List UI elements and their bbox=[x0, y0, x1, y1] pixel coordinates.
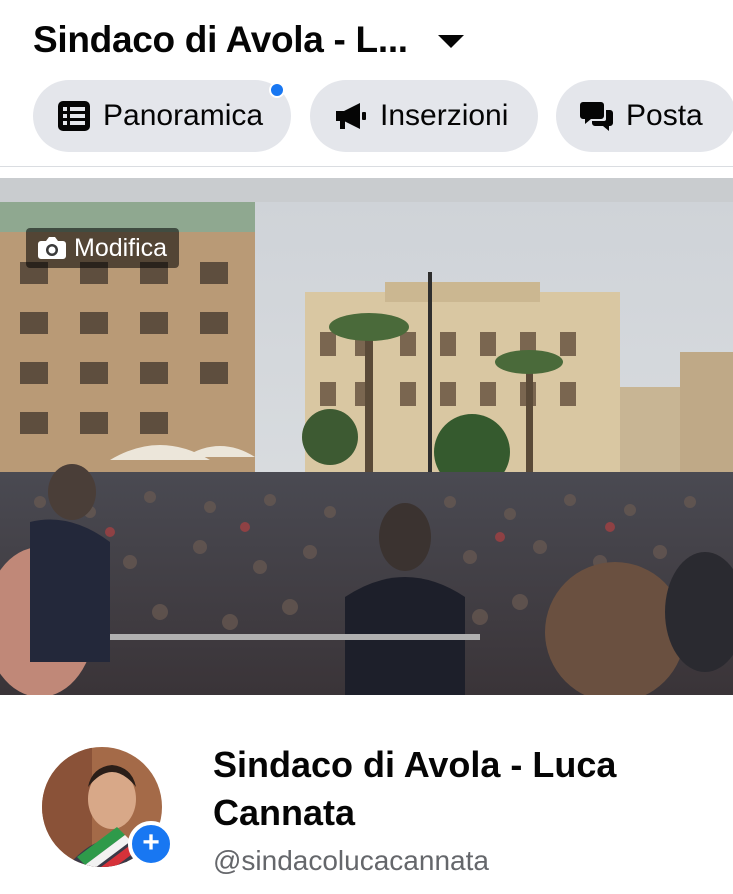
list-icon bbox=[57, 99, 91, 133]
divider bbox=[0, 166, 733, 167]
megaphone-icon bbox=[334, 99, 368, 133]
cover-photo[interactable] bbox=[0, 202, 733, 695]
page-name: Sindaco di Avola - Luca Cannata bbox=[213, 744, 617, 833]
tab-inbox-label: Posta bbox=[626, 99, 703, 132]
plus-icon: + bbox=[142, 826, 160, 859]
tab-overview-label: Panoramica bbox=[103, 99, 264, 132]
notification-dot bbox=[269, 82, 285, 98]
page-title: Sindaco di Avola - L... bbox=[33, 19, 408, 60]
tab-ads[interactable]: Inserzioni bbox=[310, 80, 538, 152]
tab-bar: Panoramica Inserzioni Posta bbox=[0, 78, 733, 158]
page-switcher[interactable]: Sindaco di Avola - L... bbox=[33, 14, 464, 66]
caret-down-icon bbox=[437, 34, 464, 48]
tab-ads-label: Inserzioni bbox=[380, 99, 509, 132]
camera-icon bbox=[38, 236, 66, 260]
tab-overview[interactable]: Panoramica bbox=[33, 80, 291, 152]
tab-inbox[interactable]: Posta bbox=[556, 80, 733, 152]
add-photo-button[interactable]: + bbox=[128, 821, 174, 867]
edit-cover-label: Modifica bbox=[74, 233, 168, 262]
top-bar: Sindaco di Avola - L... bbox=[0, 0, 733, 78]
edit-cover-button[interactable]: Modifica bbox=[26, 228, 180, 268]
page-handle: @sindacolucacannata bbox=[213, 845, 489, 876]
profile-section: + Sindaco di Avola - Luca Cannata @sinda… bbox=[0, 695, 733, 894]
cover-top-strip bbox=[0, 178, 733, 202]
chat-bubbles-icon bbox=[580, 99, 614, 133]
